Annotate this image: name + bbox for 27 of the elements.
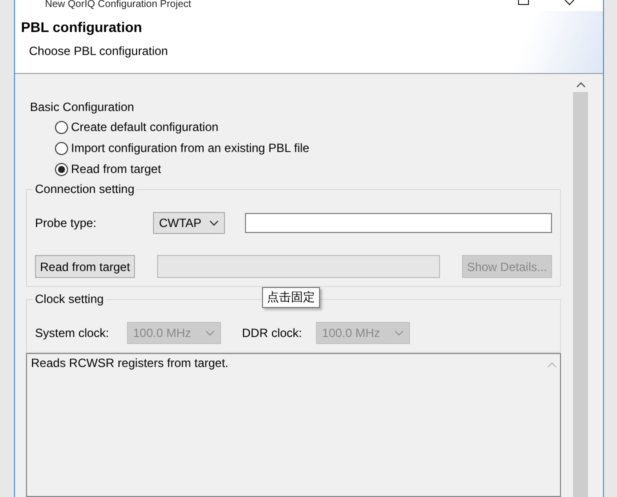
close-icon[interactable] [564, 0, 575, 6]
field-label: System clock: [35, 326, 110, 340]
group-legend: Clock setting [33, 292, 106, 306]
tooltip: 点击固定 [262, 287, 320, 308]
radio-button[interactable] [55, 142, 68, 154]
field-label: DDR clock: [242, 326, 302, 340]
scroll-up-icon[interactable] [576, 82, 586, 88]
field-label: Probe type: [35, 216, 98, 230]
section-label: Basic Configuration [30, 100, 136, 114]
radio-button[interactable] [55, 120, 68, 134]
page-title: PBL configuration [21, 19, 142, 36]
chevron-down-icon [205, 330, 215, 336]
probe-type-dropdown[interactable]: CWTAP [153, 212, 226, 234]
group-legend: Connection setting [33, 182, 136, 196]
input-field[interactable] [245, 213, 552, 233]
maximize-icon[interactable] [518, 0, 529, 5]
radio-button[interactable] [55, 162, 68, 176]
page-description: Choose PBL configuration [29, 44, 168, 58]
read-from-target-button[interactable]: Read from target [35, 255, 136, 278]
description-text: Reads RCWSR registers from target. [31, 356, 230, 372]
chevron-down-icon [209, 220, 220, 226]
window-title: New QorIQ Configuration Project [45, 0, 192, 10]
radio-label[interactable]: Create default configuration [71, 120, 218, 134]
chevron-down-icon [394, 330, 404, 336]
scrollbar-thumb[interactable] [573, 92, 588, 497]
radio-label[interactable]: Read from target [71, 162, 162, 176]
radio-label[interactable]: Import configuration from an existing PBL file [71, 141, 310, 155]
